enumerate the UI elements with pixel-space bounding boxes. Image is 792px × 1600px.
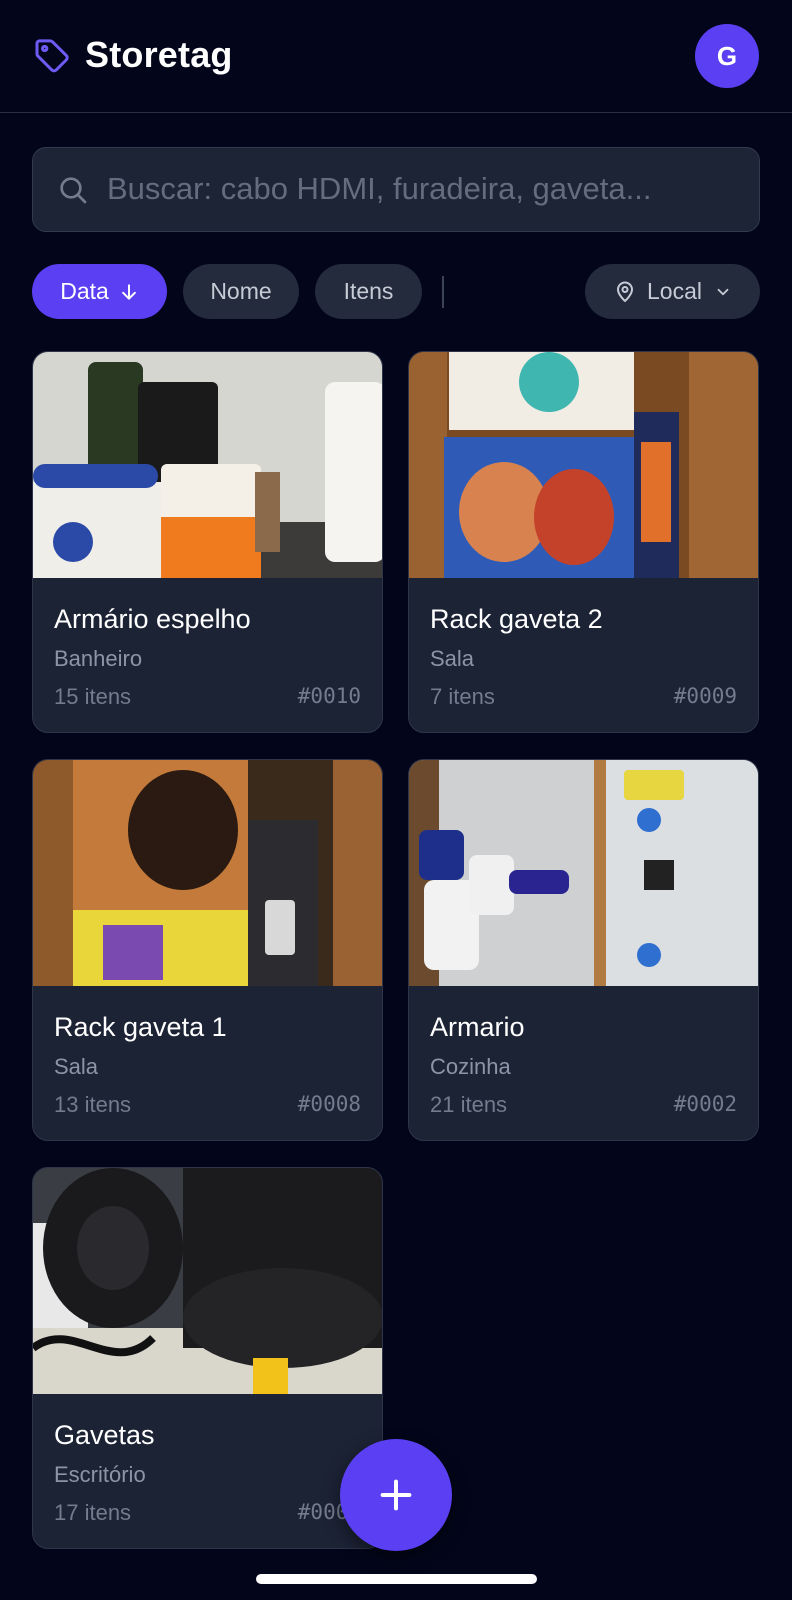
- storage-card[interactable]: Rack gaveta 2 Sala 7 itens #0009: [408, 351, 759, 733]
- search-bar[interactable]: [32, 147, 760, 232]
- app-header: Storetag G: [0, 0, 792, 113]
- storage-item-count: 7 itens: [430, 684, 495, 709]
- storage-location: Banheiro: [54, 646, 143, 671]
- add-storage-button[interactable]: [340, 1439, 452, 1551]
- storage-photo: [409, 760, 758, 986]
- storage-photo: [33, 352, 382, 578]
- tag-icon: [35, 39, 69, 73]
- sort-by-items-chip[interactable]: Itens: [315, 264, 422, 319]
- sort-by-date-label: Data: [60, 278, 109, 304]
- storage-title: Gavetas: [54, 1420, 155, 1450]
- storage-title: Armario: [430, 1012, 525, 1042]
- storage-item-count: 17 itens: [54, 1500, 132, 1525]
- storage-location: Cozinha: [430, 1054, 511, 1079]
- storage-item-count: 13 itens: [54, 1092, 132, 1117]
- storage-location: Sala: [430, 646, 475, 671]
- storage-code: #0008: [297, 1092, 361, 1116]
- storage-title: Rack gaveta 1: [54, 1012, 227, 1042]
- sort-by-items-label: Itens: [343, 278, 394, 304]
- storage-location: Escritório: [54, 1462, 146, 1487]
- storage-card[interactable]: Rack gaveta 1 Sala 13 itens #0008: [32, 759, 383, 1141]
- location-filter-dropdown[interactable]: Local: [585, 264, 760, 319]
- storage-code: #0010: [297, 684, 361, 708]
- search-input[interactable]: [107, 148, 737, 230]
- app-title: Storetag: [85, 34, 233, 75]
- storage-photo: [409, 352, 758, 578]
- storage-code: #0009: [673, 684, 737, 708]
- storage-card[interactable]: Armário espelho Banheiro 15 itens #0010: [32, 351, 383, 733]
- location-filter-label: Local: [647, 278, 702, 304]
- filter-divider: [442, 276, 444, 308]
- sort-by-name-label: Nome: [210, 278, 272, 304]
- map-pin-icon: [617, 281, 633, 302]
- app-screen: Storetag G Data Nome Itens Local: [0, 0, 792, 1600]
- storage-card[interactable]: Gavetas Escritório 17 itens #0001: [32, 1167, 383, 1549]
- sort-by-date-chip[interactable]: Data: [32, 264, 167, 319]
- plus-icon: [380, 1479, 412, 1511]
- avatar[interactable]: G: [695, 24, 759, 88]
- arrow-down-icon: [121, 283, 136, 300]
- storage-item-count: 15 itens: [54, 684, 132, 709]
- storage-card[interactable]: Armario Cozinha 21 itens #0002: [408, 759, 759, 1141]
- storage-photo: [33, 1168, 382, 1394]
- storage-item-count: 21 itens: [430, 1092, 508, 1117]
- storage-title: Armário espelho: [54, 604, 251, 634]
- storage-code: #0002: [673, 1092, 737, 1116]
- home-indicator[interactable]: [256, 1574, 537, 1584]
- search-icon: [60, 177, 87, 204]
- storage-location: Sala: [54, 1054, 99, 1079]
- storage-photo: [33, 760, 382, 986]
- sort-by-name-chip[interactable]: Nome: [183, 264, 299, 319]
- storage-title: Rack gaveta 2: [430, 604, 603, 634]
- chevron-down-icon: [717, 288, 729, 295]
